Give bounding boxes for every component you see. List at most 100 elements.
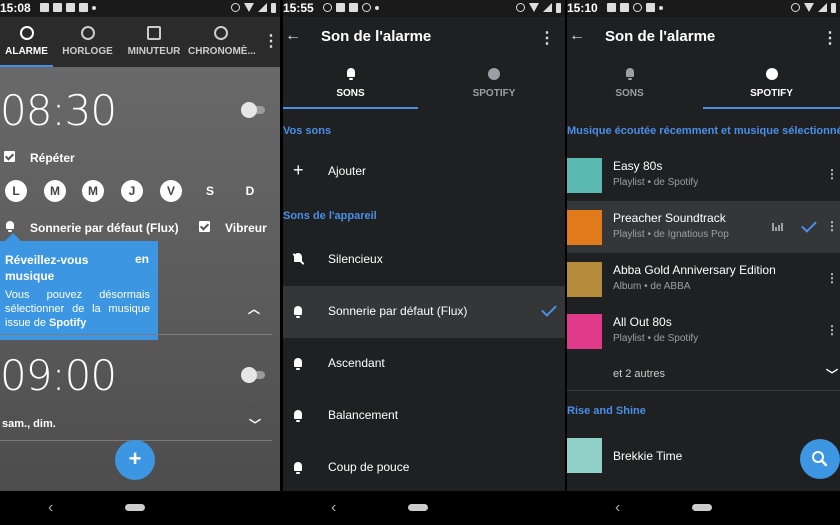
vibrate-checkbox[interactable] <box>199 221 210 232</box>
playlist-row[interactable]: All Out 80s Playlist • de Spotify ⋮ <box>567 305 840 357</box>
sound-item[interactable]: Ascendant <box>283 338 565 390</box>
tab-chronometre[interactable]: CHRONOMÈ... <box>188 17 256 67</box>
nav-bar: ‹ <box>567 491 840 525</box>
tab-sons[interactable]: SONS <box>567 59 692 109</box>
tab-alarme[interactable]: ALARME <box>0 17 53 67</box>
playlist-row[interactable]: Preacher Soundtrack Playlist • de Ignati… <box>567 201 840 253</box>
tab-label: SONS <box>336 88 365 99</box>
playlist-row[interactable]: Easy 80s Playlist • de Spotify ⋮ <box>567 149 840 201</box>
tab-sons[interactable]: SONS <box>283 59 418 109</box>
nav-bar: ‹ <box>0 491 280 525</box>
alarm-sound-screen: 15:55 ← Son de l'alarme ⋮ SONS SPOTIFY V… <box>283 0 565 525</box>
section-header: Sons de l'appareil <box>283 210 377 222</box>
more-options-icon[interactable]: ⋮ <box>826 219 838 233</box>
sound-item[interactable]: Sonnerie par défaut (Flux) <box>283 286 565 338</box>
bell-icon <box>5 221 15 232</box>
bell-icon <box>293 306 303 318</box>
playlist-title: All Out 80s <box>613 315 672 329</box>
search-button[interactable] <box>800 439 840 479</box>
album-art <box>567 314 602 349</box>
tab-label: SONS <box>615 88 644 99</box>
day-toggle-tuesday[interactable]: M <box>44 180 66 202</box>
more-options-icon[interactable]: ⋮ <box>826 271 838 285</box>
page-title: Son de l'alarme <box>605 28 716 45</box>
home-pill-icon[interactable] <box>125 504 145 511</box>
notification-icons <box>40 3 96 12</box>
day-toggle-friday[interactable]: V <box>160 180 182 202</box>
back-arrow-icon[interactable]: ← <box>285 27 301 45</box>
app-bar: ← Son de l'alarme ⋮ <box>283 17 565 59</box>
tooltip-title: Réveillez-vous musique <box>5 253 89 283</box>
add-sound-row[interactable]: + Ajouter <box>283 146 565 198</box>
stopwatch-icon <box>214 26 228 40</box>
day-toggle-monday[interactable]: L <box>5 180 27 202</box>
more-options-icon[interactable]: ⋮ <box>826 167 838 181</box>
nav-bar: ‹ <box>283 491 565 525</box>
sound-label: Ascendant <box>328 356 385 370</box>
sound-item[interactable]: Balancement <box>283 390 565 442</box>
sound-item[interactable]: Silencieux <box>283 234 565 286</box>
tab-label: SPOTIFY <box>472 88 516 99</box>
day-toggle-saturday[interactable]: S <box>199 180 221 202</box>
back-nav-icon[interactable]: ‹ <box>615 499 620 517</box>
status-time: 15:55 <box>283 1 314 15</box>
status-bar: 15:08 <box>0 0 280 17</box>
alarm-time[interactable]: 08:30 <box>0 86 117 135</box>
expand-chevron-icon: ﹀ <box>825 368 838 382</box>
hourglass-icon <box>147 26 161 40</box>
system-icons <box>791 3 836 13</box>
section-header: Rise and Shine <box>567 405 646 417</box>
spotify-icon <box>488 68 500 80</box>
page-title: Son de l'alarme <box>321 28 432 45</box>
spotify-icon <box>765 68 778 80</box>
day-toggle-wednesday[interactable]: M <box>82 180 104 202</box>
tab-label: ALARME <box>5 46 48 57</box>
alarm-days-summary: sam., dim. <box>2 418 56 430</box>
tab-label: HORLOGE <box>62 46 113 57</box>
bell-icon <box>293 410 303 422</box>
alarm-toggle[interactable] <box>241 367 265 383</box>
sound-label: Balancement <box>328 408 399 422</box>
alarm-time[interactable]: 09:00 <box>0 351 117 400</box>
home-pill-icon[interactable] <box>408 504 428 511</box>
section-header: Vos sons <box>283 125 332 137</box>
bell-icon <box>625 68 635 80</box>
home-pill-icon[interactable] <box>692 504 712 511</box>
spotify-tooltip[interactable]: Réveillez-vous musique en Vous pouvez dés… <box>0 233 158 340</box>
alarm-toggle[interactable] <box>241 102 265 118</box>
tab-minuteur[interactable]: MINUTEUR <box>126 17 182 67</box>
more-options-icon[interactable]: ⋮ <box>826 323 838 337</box>
tab-spotify[interactable]: SPOTIFY <box>423 59 565 109</box>
status-time: 15:10 <box>567 1 598 15</box>
playlist-row[interactable]: Abba Gold Anniversary Edition Album • de… <box>567 253 840 305</box>
ringtone-label[interactable]: Sonnerie par défaut (Flux) <box>30 221 179 235</box>
more-options-icon[interactable]: ⋮ <box>539 28 555 48</box>
clock-tabs: ALARME HORLOGE MINUTEUR CHRONOMÈ... ⋮ <box>0 17 280 67</box>
divider <box>0 334 272 335</box>
app-bar: ← Son de l'alarme ⋮ <box>567 17 840 59</box>
tab-label: CHRONOMÈ... <box>188 46 256 57</box>
expand-chevron-icon[interactable]: ﹀ <box>249 416 261 433</box>
repeat-label: Répéter <box>30 151 75 165</box>
back-arrow-icon[interactable]: ← <box>569 27 585 45</box>
more-options-icon[interactable]: ⋮ <box>263 31 279 51</box>
tab-label: SPOTIFY <box>750 88 793 99</box>
back-nav-icon[interactable]: ‹ <box>48 499 53 517</box>
more-options-icon[interactable]: ⋮ <box>822 28 838 48</box>
sound-item[interactable]: Coup de pouce <box>283 442 565 494</box>
tab-spotify[interactable]: SPOTIFY <box>703 59 840 109</box>
day-toggle-thursday[interactable]: J <box>121 180 143 202</box>
back-nav-icon[interactable]: ‹ <box>331 499 336 517</box>
playlist-subtitle: Playlist • de Ignatious Pop <box>613 229 729 240</box>
status-time: 15:08 <box>0 1 31 15</box>
check-icon <box>801 217 817 233</box>
tooltip-title-en: en <box>134 252 149 266</box>
collapse-chevron-icon[interactable]: ︿ <box>248 300 260 317</box>
add-alarm-button[interactable]: + <box>115 440 155 480</box>
album-art <box>567 158 602 193</box>
tab-horloge[interactable]: HORLOGE <box>60 17 115 67</box>
divider <box>567 390 840 391</box>
show-more-row[interactable]: et 2 autres ﹀ <box>567 357 840 391</box>
day-toggle-sunday[interactable]: D <box>239 180 261 202</box>
repeat-checkbox[interactable] <box>4 151 15 162</box>
